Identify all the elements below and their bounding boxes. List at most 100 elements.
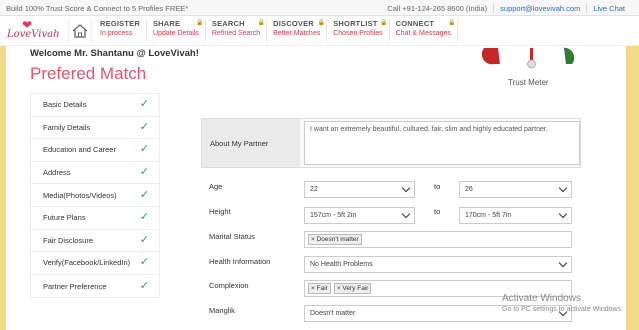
complexion-label: Complexion xyxy=(209,281,249,290)
check-icon: ✓ xyxy=(139,188,149,201)
height-to-select[interactable]: 170cm - 5ft 7in xyxy=(459,207,572,224)
watermark-title: Activate Windows xyxy=(502,293,581,304)
header: ❤ LoveVivah REGISTER In process 🔒 SHARE … xyxy=(0,16,639,46)
marital-status-multiselect[interactable]: × Doesn't matter xyxy=(304,231,572,248)
sidebar-item-basic-details[interactable]: Basic Details ✓ xyxy=(31,94,159,117)
nav-search-title: SEARCH xyxy=(211,19,245,28)
chevron-down-icon xyxy=(401,209,411,219)
live-chat-link[interactable]: Live Chat xyxy=(586,4,631,13)
nav-register-sub: In process xyxy=(100,30,133,37)
complexion-tag[interactable]: × Very Fair xyxy=(333,283,372,294)
age-to-select[interactable]: 26 xyxy=(459,181,572,198)
check-icon: ✓ xyxy=(139,211,149,224)
main-content: Welcome Mr. Shantanu @ LoveVivah! Prefer… xyxy=(6,46,626,330)
trust-meter-label: Trust Meter xyxy=(508,78,549,87)
sidebar-item-label: Media(Photos/Videos) xyxy=(43,190,117,200)
tag-label: Very Fair xyxy=(342,285,369,292)
sidebar-item-label: Basic Details xyxy=(43,100,87,110)
nav-search-sub: Refined Search xyxy=(211,30,261,37)
nav-shortlist-title: SHORTLIST xyxy=(333,19,378,28)
top-bar-links: Call +91-124-265 8600 (India) support@lo… xyxy=(381,4,631,13)
tag-label: Doesn't matter xyxy=(316,236,359,243)
lock-icon: 🔒 xyxy=(257,20,266,26)
watermark-subtitle: Go to PC settings to activate Windows. xyxy=(502,306,623,313)
height-from-select[interactable]: 157cm - 5ft 2in xyxy=(304,207,415,224)
top-bar: Build 100% Trust Score & Connect to 5 Pr… xyxy=(0,0,639,16)
nav-register[interactable]: REGISTER In process xyxy=(94,19,147,43)
nav-shortlist-sub: Chosen Profiles xyxy=(333,30,383,37)
sidebar-item-family-details[interactable]: Family Details ✓ xyxy=(31,117,159,140)
nav-share-sub: Update Details xyxy=(152,30,199,37)
sidebar-item-future-plans[interactable]: Future Plans ✓ xyxy=(31,207,159,230)
nav-share[interactable]: 🔒 SHARE Update Details xyxy=(147,19,206,43)
support-email-link[interactable]: support@lovevivah.com xyxy=(493,4,586,13)
logo[interactable]: ❤ LoveVivah xyxy=(4,19,62,43)
age-to-label: to xyxy=(434,182,441,191)
nav-connect-sub: Chat & Messages xyxy=(395,30,451,37)
sidebar-item-education-career[interactable]: Education and Career ✓ xyxy=(31,139,159,162)
logo-text: LoveVivah xyxy=(7,29,60,40)
nav-search[interactable]: 🔒 SEARCH Refined Search xyxy=(206,19,268,43)
sidebar-item-verify[interactable]: Verify(Facebook/LinkedIn) ✓ xyxy=(31,252,159,275)
lock-icon: 🔒 xyxy=(196,20,204,26)
phone-text: Call +91-124-265 8600 (India) xyxy=(387,4,488,13)
complexion-tag[interactable]: × Fair xyxy=(308,283,331,294)
sidebar-item-label: Fair Disclosure xyxy=(43,235,94,245)
sidebar-item-label: Future Plans xyxy=(43,213,86,223)
nav-discover-sub: Better Matches xyxy=(273,30,321,37)
check-icon: ✓ xyxy=(139,98,149,111)
about-partner-row: About My Partner I want an extremely bea… xyxy=(201,118,581,168)
page-title: Prefered Match xyxy=(30,64,147,83)
height-label: Height xyxy=(209,207,231,216)
trust-meter-gauge-icon xyxy=(481,47,575,69)
check-icon: ✓ xyxy=(139,256,149,269)
nav-discover[interactable]: 🔒 DISCOVER Better Matches xyxy=(267,19,328,43)
nav-discover-title: DISCOVER xyxy=(273,19,314,28)
chevron-down-icon xyxy=(558,209,568,219)
about-partner-label: About My Partner xyxy=(202,119,300,167)
height-from-value: 157cm - 5ft 2in xyxy=(310,212,357,219)
lock-icon: 🔒 xyxy=(317,20,326,26)
height-to-value: 170cm - 5ft 7in xyxy=(465,212,512,219)
nav-register-title: REGISTER xyxy=(100,19,140,28)
age-from-select[interactable]: 22 xyxy=(304,181,415,198)
main-nav: REGISTER In process 🔒 SHARE Update Detai… xyxy=(94,19,458,43)
nav-shortlist[interactable]: 🔒 SHORTLIST Chosen Profiles xyxy=(327,19,390,43)
age-from-value: 22 xyxy=(310,186,318,193)
nav-share-title: SHARE xyxy=(152,19,181,28)
health-info-select[interactable]: No Health Problems xyxy=(304,256,572,273)
check-icon: ✓ xyxy=(139,279,149,292)
lock-icon: 🔒 xyxy=(448,20,456,26)
manglik-label: Manglik xyxy=(209,306,235,315)
marital-status-tag[interactable]: × Doesn't matter xyxy=(308,234,362,245)
sidebar-item-fair-disclosure[interactable]: Fair Disclosure ✓ xyxy=(31,230,159,253)
sidebar-item-label: Verify(Facebook/LinkedIn) xyxy=(43,258,131,268)
trust-meter: Trust Meter xyxy=(476,46,586,90)
manglik-value: Doesn't matter xyxy=(310,310,356,317)
home-icon xyxy=(72,24,88,38)
chevron-down-icon xyxy=(558,183,568,193)
welcome-text: Welcome Mr. Shantanu @ LoveVivah! xyxy=(30,48,199,59)
check-icon: ✓ xyxy=(139,166,149,179)
health-info-label: Health Information xyxy=(209,257,271,266)
age-label: Age xyxy=(209,182,223,191)
sidebar-item-media[interactable]: Media(Photos/Videos) ✓ xyxy=(31,184,159,207)
age-to-value: 26 xyxy=(465,186,473,193)
lock-icon: 🔒 xyxy=(380,20,388,26)
sidebar-item-label: Family Details xyxy=(43,122,91,132)
promo-text[interactable]: Build 100% Trust Score & Connect to 5 Pr… xyxy=(6,4,188,13)
tag-label: Fair xyxy=(316,285,328,292)
sidebar-item-partner-preference[interactable]: Partner Preference ✓ xyxy=(31,275,159,298)
sidebar-item-label: Education and Career xyxy=(43,145,116,155)
sidebar-item-label: Partner Preference xyxy=(43,281,107,291)
sidebar-item-label: Address xyxy=(43,168,71,178)
sidebar-item-address[interactable]: Address ✓ xyxy=(31,162,159,185)
about-partner-textarea[interactable]: I want an extremely beautiful, cultured,… xyxy=(304,121,580,165)
check-icon: ✓ xyxy=(139,120,149,133)
windows-activation-watermark: Activate Windows Go to PC settings to ac… xyxy=(502,293,623,313)
height-to-label: to xyxy=(434,207,441,216)
home-button[interactable] xyxy=(68,20,92,42)
nav-connect[interactable]: 🔒 CONNECT Chat & Messages xyxy=(390,19,458,43)
profile-sections-sidebar: Basic Details ✓ Family Details ✓ Education… xyxy=(30,93,160,299)
check-icon: ✓ xyxy=(139,143,149,156)
